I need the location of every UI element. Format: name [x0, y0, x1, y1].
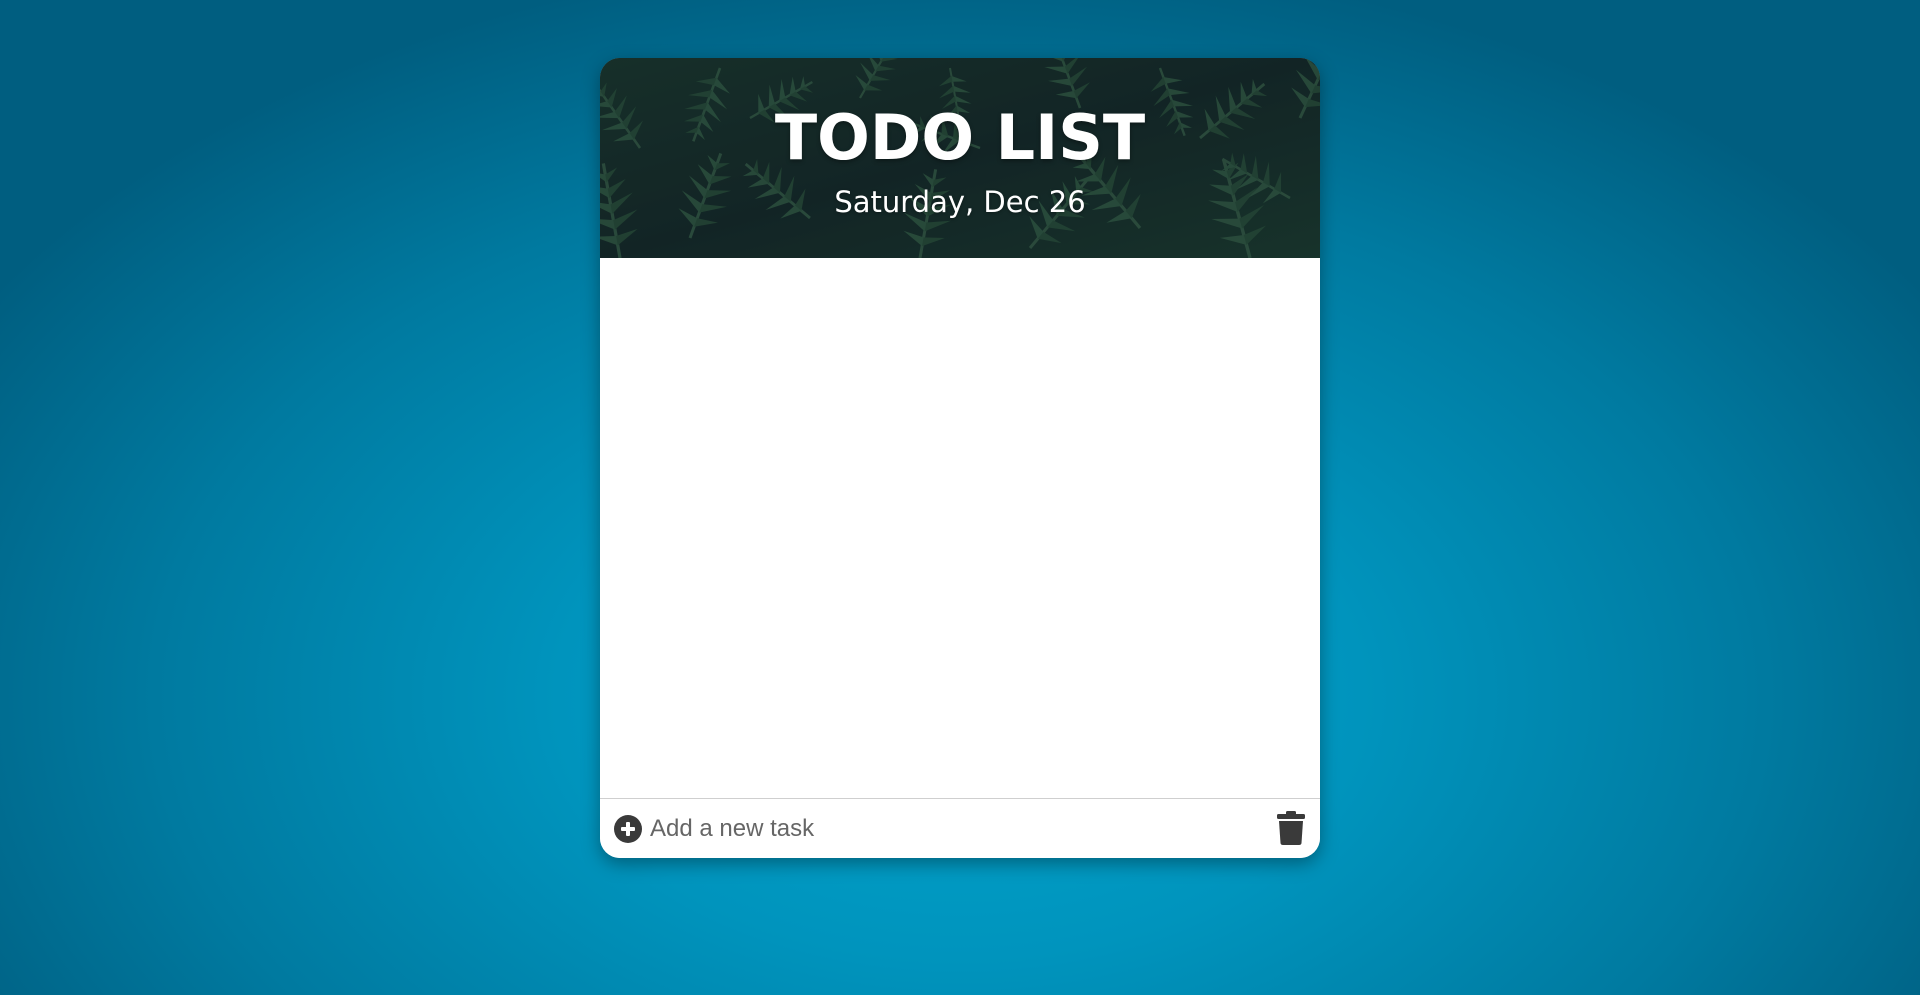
add-task-bar: [600, 798, 1320, 858]
page-title: TODO LIST: [774, 101, 1146, 174]
todo-card: TODO LIST Saturday, Dec 26: [600, 58, 1320, 858]
date-subtitle: Saturday, Dec 26: [834, 185, 1086, 219]
plus-circle-icon[interactable]: [614, 815, 642, 843]
header: TODO LIST Saturday, Dec 26: [600, 58, 1320, 258]
add-task-input[interactable]: [650, 811, 1210, 847]
todo-list: [600, 258, 1320, 798]
trash-icon[interactable]: [1276, 810, 1306, 846]
